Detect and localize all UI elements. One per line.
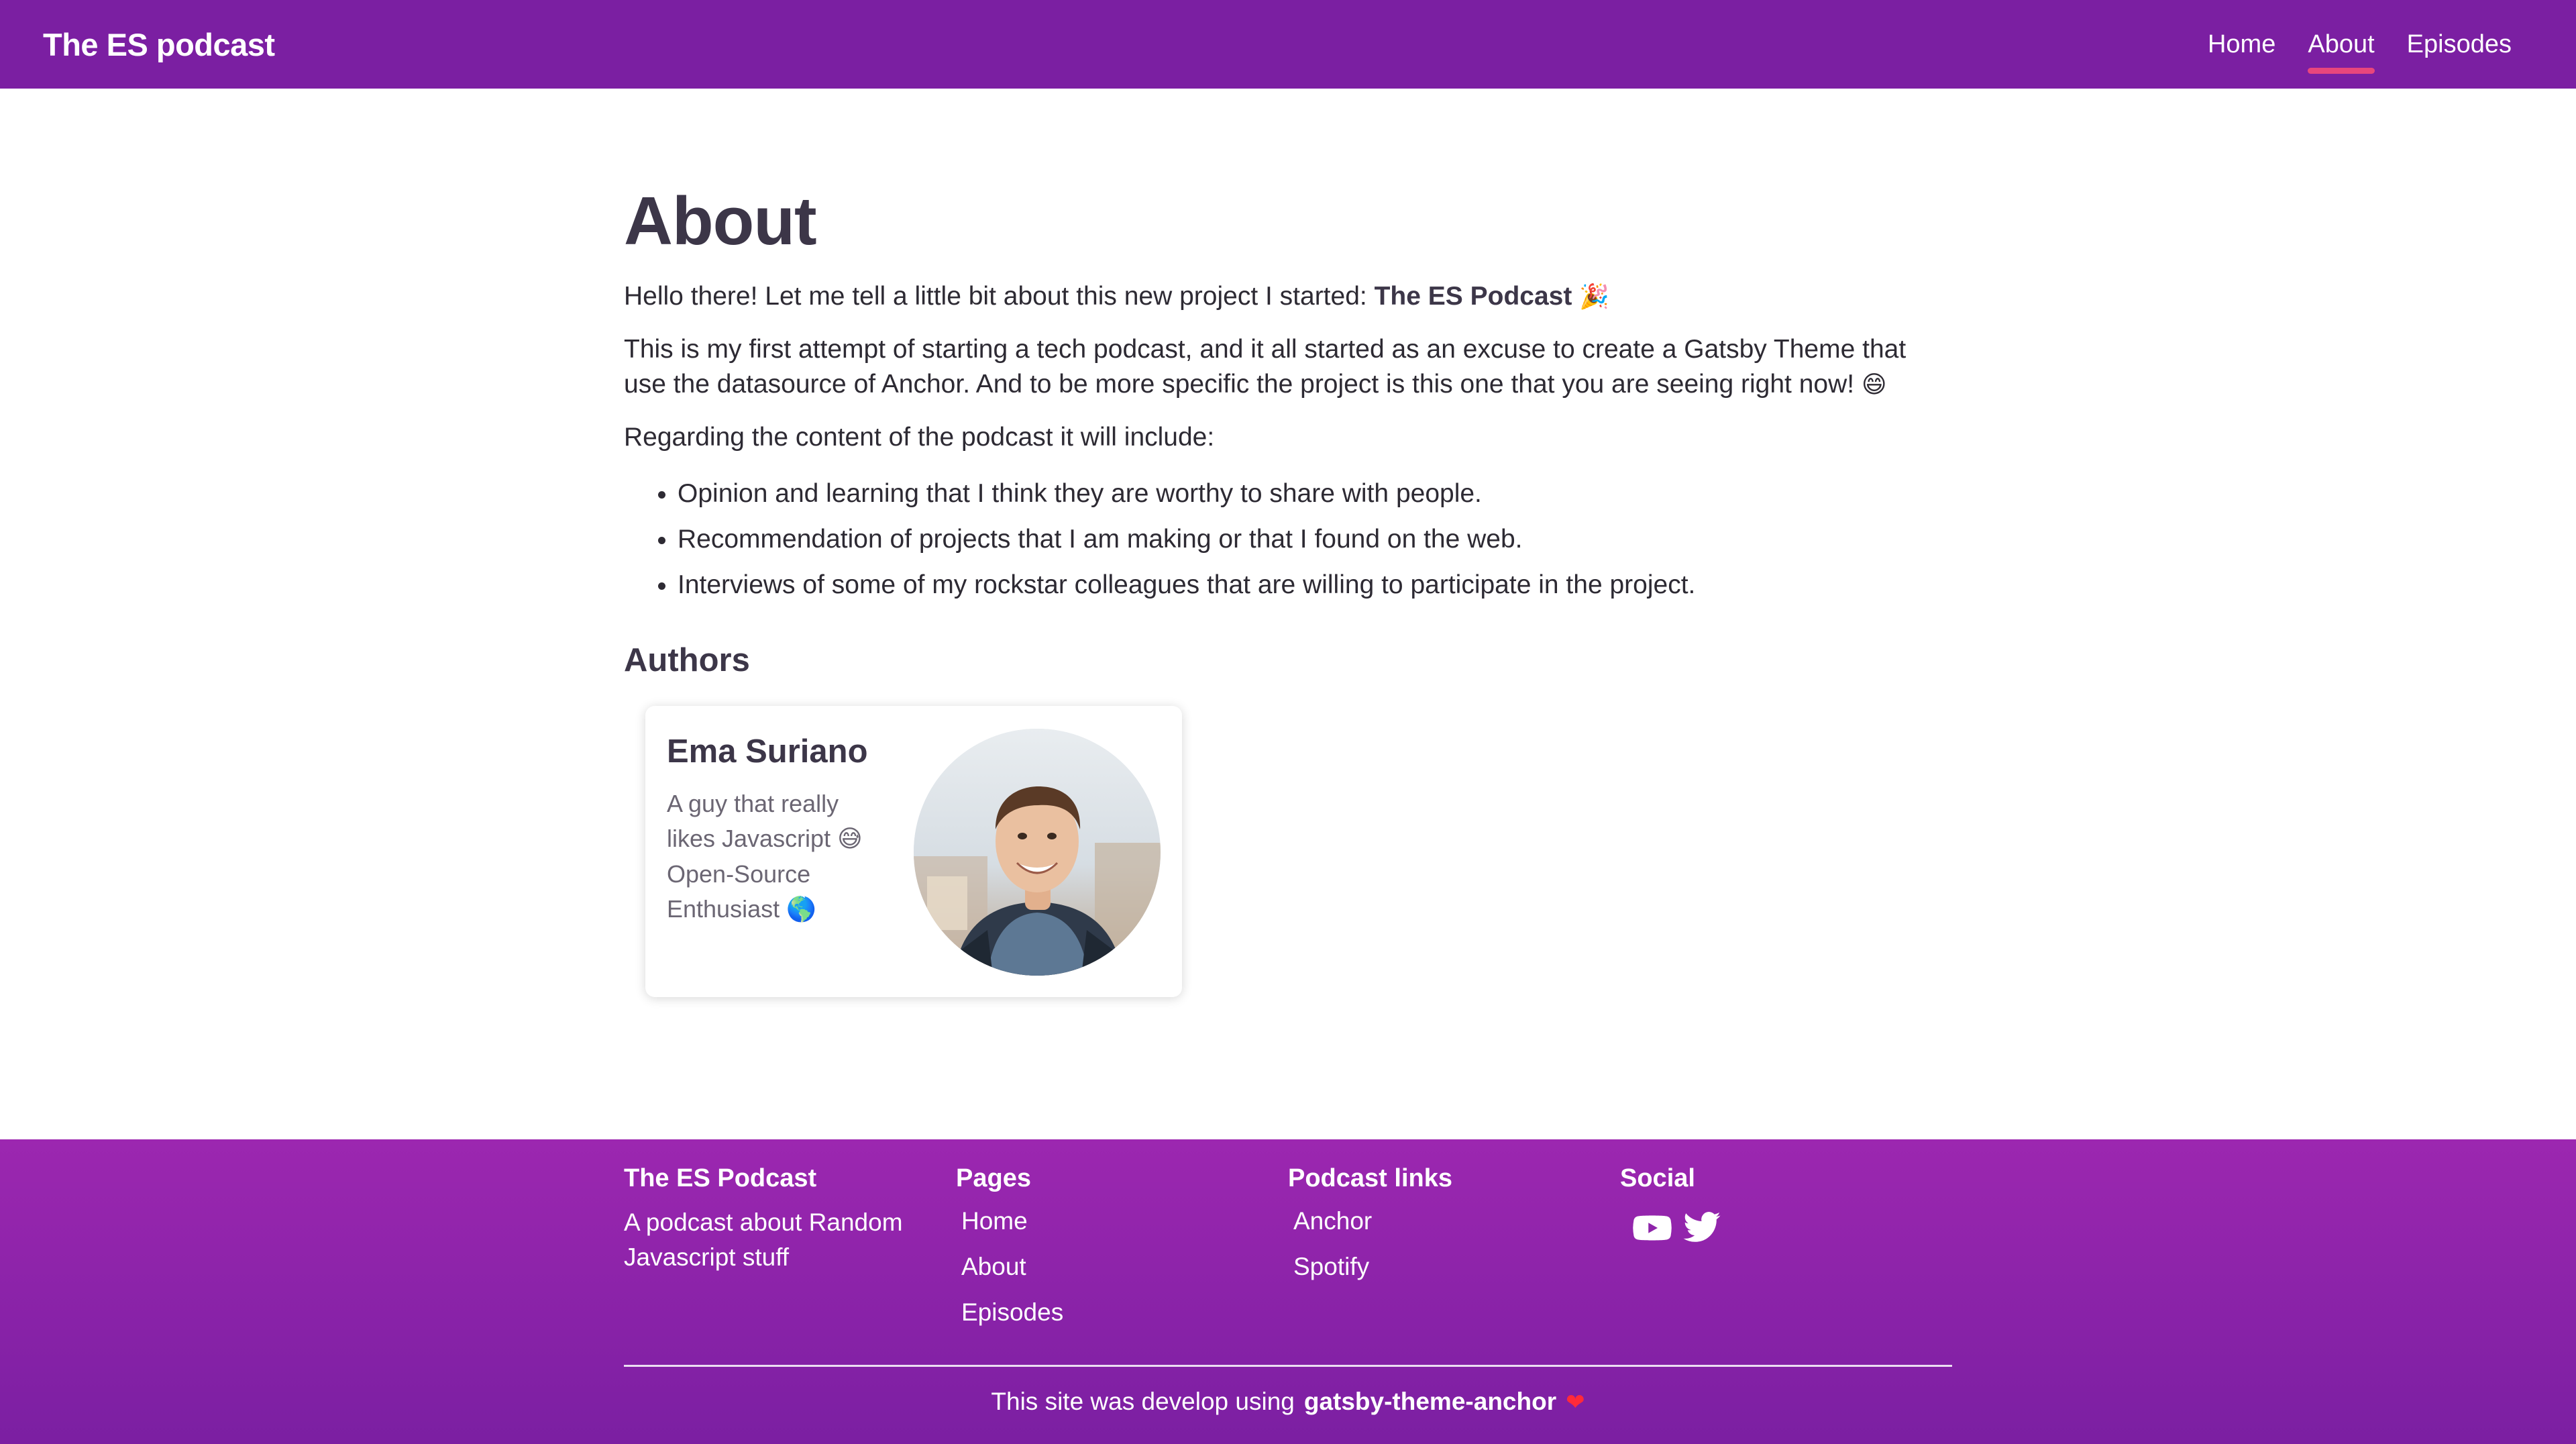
list-item: Recommendation of projects that I am mak… [678, 522, 1952, 557]
footer-link-episodes[interactable]: Episodes [961, 1298, 1063, 1326]
author-card: Ema Suriano A guy that really likes Java… [645, 706, 1182, 997]
footer-link-about[interactable]: About [961, 1253, 1026, 1280]
footer-credit: This site was develop using gatsby-theme-… [0, 1388, 2576, 1416]
authors-heading: Authors [624, 642, 750, 678]
description-paragraph: This is my first attempt of starting a t… [624, 332, 1952, 403]
footer-podcast-links-title: Podcast links [1288, 1164, 1452, 1192]
footer-pages-title: Pages [956, 1164, 1031, 1192]
author-bio-line: A guy that really [667, 790, 839, 817]
footer-podcast-links-list: Anchor Spotify [1288, 1204, 1452, 1284]
author-bio-line: likes Javascript 😅 [667, 825, 863, 853]
description-text: This is my first attempt of starting a t… [624, 335, 1907, 399]
footer-pages-column: Pages Home About Episodes [956, 1164, 1063, 1341]
sweat-smile-emoji-icon: 😅 [837, 825, 863, 853]
author-photo-icon [914, 729, 1161, 976]
author-avatar [914, 729, 1161, 976]
list-item: Opinion and learning that I think they a… [678, 476, 1952, 511]
intro-podcast-name: The ES Podcast [1374, 282, 1572, 311]
youtube-icon[interactable] [1632, 1208, 1672, 1251]
nav-episodes[interactable]: Episodes [2407, 26, 2512, 63]
intro-paragraph: Hello there! Let me tell a little bit ab… [624, 279, 1952, 315]
nav-home[interactable]: Home [2208, 26, 2275, 63]
footer-divider [624, 1365, 1952, 1367]
footer-social-column: Social [1620, 1164, 1722, 1251]
footer-credit-text: This site was develop using [991, 1388, 1295, 1415]
social-icons [1620, 1208, 1722, 1251]
footer-credit-link[interactable]: gatsby-theme-anchor [1304, 1388, 1556, 1415]
author-name: Ema Suriano [667, 733, 868, 770]
footer-podcast-links-column: Podcast links Anchor Spotify [1288, 1164, 1452, 1295]
footer-link-anchor[interactable]: Anchor [1293, 1207, 1372, 1235]
author-bio-line: Enthusiast 🌎 [667, 895, 816, 923]
footer-about-column: The ES Podcast A podcast about Random Ja… [624, 1164, 926, 1275]
footer-about-title: The ES Podcast [624, 1164, 817, 1192]
footer-pages-list: Home About Episodes [956, 1204, 1063, 1330]
content-list: Opinion and learning that I think they a… [624, 476, 1952, 603]
list-item: Interviews of some of my rockstar collea… [678, 568, 1952, 603]
author-bio: A guy that really likes Javascript 😅 Ope… [667, 786, 888, 927]
main-nav: Home About Episodes [2208, 26, 2512, 74]
intro-text: Hello there! Let me tell a little bit ab… [624, 282, 1375, 311]
footer-social-title: Social [1620, 1164, 1695, 1192]
nav-about[interactable]: About [2308, 26, 2375, 74]
page-title: About [624, 184, 817, 259]
smile-emoji-icon: 😄 [1861, 371, 1887, 399]
content-intro-paragraph: Regarding the content of the podcast it … [624, 423, 1215, 452]
site-brand-link[interactable]: The ES podcast [43, 26, 275, 63]
footer-about-text: A podcast about Random Javascript stuff [624, 1208, 903, 1271]
author-bio-line: Open-Source [667, 860, 811, 888]
main-content: About Hello there! Let me tell a little … [624, 181, 1952, 997]
footer-link-spotify[interactable]: Spotify [1293, 1253, 1369, 1280]
heart-icon: ❤ [1566, 1389, 1585, 1416]
twitter-icon[interactable] [1682, 1208, 1722, 1251]
site-header: The ES podcast Home About Episodes [0, 0, 2576, 89]
footer-link-home[interactable]: Home [961, 1207, 1028, 1235]
party-emoji-icon: 🎉 [1579, 283, 1609, 311]
globe-emoji-icon: 🌎 [786, 896, 816, 923]
